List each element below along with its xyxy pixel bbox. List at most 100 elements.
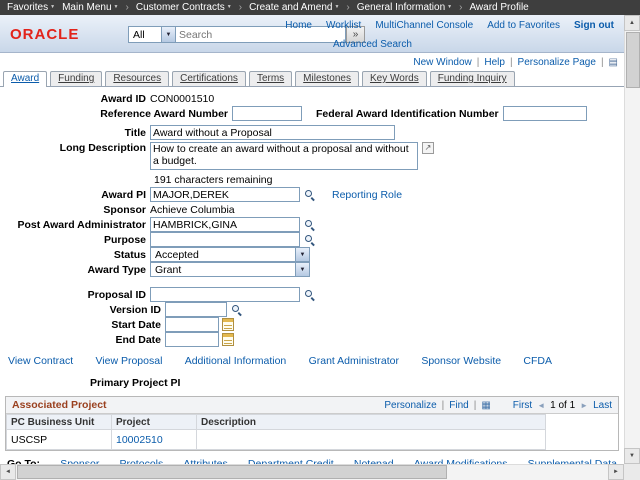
grant-administrator-link[interactable]: Grant Administrator [309, 355, 399, 369]
horizontal-scrollbar[interactable]: ◄ ► [0, 464, 624, 480]
purpose-input[interactable] [150, 232, 300, 247]
tab-terms[interactable]: Terms [249, 71, 292, 86]
version-id-lookup-icon[interactable] [230, 303, 243, 316]
breadcrumb-general-information[interactable]: General Information▼ [357, 2, 452, 13]
award-id-value: CON0001510 [150, 93, 214, 105]
tab-milestones[interactable]: Milestones [295, 71, 359, 86]
end-date-calendar-icon[interactable] [222, 333, 234, 346]
horizontal-scrollbar-thumb[interactable] [17, 465, 447, 479]
search-scope-select[interactable]: All ▼ [128, 26, 176, 43]
copy-url-icon[interactable]: ▤ [609, 57, 618, 68]
worklist-link[interactable]: Worklist [326, 20, 361, 31]
next-row-icon[interactable]: ► [580, 401, 588, 410]
previous-row-icon[interactable]: ◄ [537, 401, 545, 410]
award-pi-lookup-icon[interactable] [303, 188, 316, 201]
award-pi-input[interactable] [150, 187, 300, 202]
personalize-page-link[interactable]: Personalize Page [518, 57, 596, 68]
status-select[interactable]: Accepted ▼ [150, 247, 310, 262]
cell-pc-business-unit: USCSP [7, 430, 112, 450]
breadcrumb-award-profile[interactable]: Award Profile [469, 2, 528, 13]
cell-description [197, 430, 546, 450]
expand-icon[interactable]: ↗ [422, 142, 434, 154]
advanced-search-link[interactable]: Advanced Search [333, 39, 412, 50]
sponsor-row: Sponsor Achieve Columbia [0, 202, 624, 217]
sponsor-value: Achieve Columbia [150, 204, 235, 216]
tab-funding[interactable]: Funding [50, 71, 102, 86]
grid-tools: Personalize | Find | ▦ First ◄ 1 of 1 ► … [384, 400, 612, 411]
pagebar-divider: | [601, 57, 604, 68]
scroll-left-icon[interactable]: ◄ [0, 464, 16, 480]
breadcrumb-customer-contracts[interactable]: Customer Contracts▼ [136, 2, 232, 13]
associated-project-grid: Associated Project Personalize | Find | … [5, 396, 619, 451]
proposal-id-lookup-icon[interactable] [303, 288, 316, 301]
start-date-label: Start Date [0, 319, 165, 331]
tab-key-words[interactable]: Key Words [362, 71, 427, 86]
view-contract-link[interactable]: View Contract [8, 355, 73, 369]
vertical-scrollbar[interactable]: ▲ ▼ [624, 15, 640, 464]
end-date-input[interactable] [165, 332, 219, 347]
start-date-input[interactable] [165, 317, 219, 332]
cfda-link[interactable]: CFDA [523, 355, 552, 369]
award-type-select[interactable]: Grant ▼ [150, 262, 310, 277]
breadcrumb-main-menu[interactable]: Main Menu▼ [62, 2, 118, 13]
breadcrumb-favorites[interactable]: Favorites▼ [7, 2, 55, 13]
award-type-value: Grant [151, 264, 295, 276]
dropdown-arrow-icon: ▼ [295, 263, 309, 276]
find-link[interactable]: Find [449, 400, 468, 411]
chevron-down-icon: ▼ [114, 4, 119, 10]
add-to-favorites-link[interactable]: Add to Favorites [487, 20, 560, 31]
download-icon[interactable]: ▦ [481, 400, 490, 411]
grid-header-bar: Associated Project Personalize | Find | … [6, 397, 618, 414]
version-id-label: Version ID [0, 304, 165, 316]
scroll-right-icon[interactable]: ► [608, 464, 624, 480]
purpose-lookup-icon[interactable] [303, 233, 316, 246]
reference-award-number-label: Reference Award Number [0, 108, 232, 120]
chevron-down-icon: ▼ [447, 4, 452, 10]
federal-award-id-input[interactable] [503, 106, 587, 121]
start-date-calendar-icon[interactable] [222, 318, 234, 331]
long-description-textarea[interactable]: How to create an award without a proposa… [150, 142, 418, 170]
last-link[interactable]: Last [593, 400, 612, 411]
sponsor-website-link[interactable]: Sponsor Website [421, 355, 501, 369]
scroll-down-icon[interactable]: ▼ [624, 448, 640, 464]
reporting-role-link[interactable]: Reporting Role [332, 189, 402, 201]
multichannel-console-link[interactable]: MultiChannel Console [375, 20, 473, 31]
page-content: ORACLE All ▼ » Advanced Search Home Work… [0, 15, 624, 464]
primary-project-pi-label: Primary Project PI [90, 377, 624, 391]
sign-out-link[interactable]: Sign out [574, 20, 614, 31]
search-scope-value: All [129, 29, 161, 41]
project-link[interactable]: 10002510 [116, 434, 163, 446]
chevron-down-icon: ▼ [334, 4, 339, 10]
first-link[interactable]: First [513, 400, 532, 411]
tab-award[interactable]: Award [3, 71, 47, 87]
personalize-link[interactable]: Personalize [384, 400, 436, 411]
title-input[interactable] [150, 125, 395, 140]
post-award-administrator-lookup-icon[interactable] [303, 218, 316, 231]
additional-information-link[interactable]: Additional Information [185, 355, 287, 369]
tab-funding-inquiry[interactable]: Funding Inquiry [430, 71, 515, 86]
breadcrumb-create-and-amend[interactable]: Create and Amend▼ [249, 2, 339, 13]
view-proposal-link[interactable]: View Proposal [95, 355, 162, 369]
grid-divider: | [474, 400, 477, 411]
version-id-input[interactable] [165, 302, 227, 317]
proposal-id-row: Proposal ID [0, 287, 624, 302]
long-description-label: Long Description [0, 142, 150, 154]
proposal-id-input[interactable] [150, 287, 300, 302]
home-link[interactable]: Home [285, 20, 312, 31]
reference-award-number-input[interactable] [232, 106, 302, 121]
start-date-row: Start Date [0, 317, 624, 332]
tab-resources[interactable]: Resources [105, 71, 169, 86]
grid-title: Associated Project [12, 399, 107, 411]
post-award-administrator-input[interactable] [150, 217, 300, 232]
tab-certifications[interactable]: Certifications [172, 71, 246, 86]
new-window-link[interactable]: New Window [413, 57, 471, 68]
sponsor-label: Sponsor [0, 204, 150, 216]
grid-divider: | [442, 400, 445, 411]
purpose-label: Purpose [0, 234, 150, 246]
help-link[interactable]: Help [484, 57, 505, 68]
app-header: ORACLE All ▼ » Advanced Search Home Work… [0, 15, 624, 53]
vertical-scrollbar-thumb[interactable] [626, 32, 640, 88]
table-header-row: PC Business Unit Project Description [7, 415, 546, 430]
scroll-up-icon[interactable]: ▲ [624, 15, 640, 31]
header-nav: Home Worklist MultiChannel Console Add t… [285, 20, 614, 31]
